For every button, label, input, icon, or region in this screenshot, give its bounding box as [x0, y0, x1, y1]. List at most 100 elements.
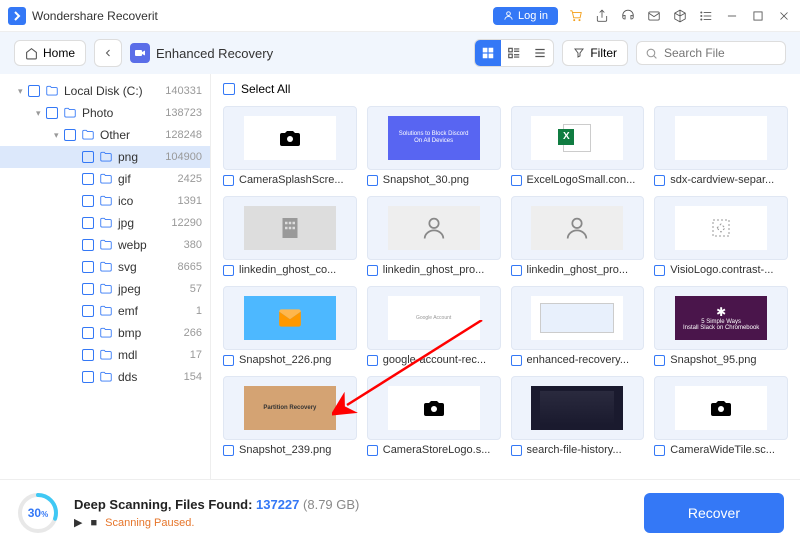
headset-icon[interactable]: [620, 8, 636, 24]
file-checkbox[interactable]: [367, 445, 378, 456]
tree-checkbox[interactable]: [82, 305, 94, 317]
file-thumbnail[interactable]: Solutions to Block DiscordOn All Devices: [367, 106, 501, 170]
file-thumbnail[interactable]: [223, 196, 357, 260]
file-thumbnail[interactable]: Google Account: [367, 286, 501, 350]
file-thumbnail[interactable]: [511, 286, 645, 350]
play-icon[interactable]: ▶: [74, 516, 82, 529]
file-checkbox[interactable]: [654, 355, 665, 366]
file-card[interactable]: CameraStoreLogo.s...: [367, 376, 501, 456]
tree-checkbox[interactable]: [82, 283, 94, 295]
file-card[interactable]: linkedin_ghost_co...: [223, 196, 357, 276]
file-thumbnail[interactable]: Partition Recovery: [223, 376, 357, 440]
file-card[interactable]: Partition RecoverySnapshot_239.png: [223, 376, 357, 456]
tree-checkbox[interactable]: [28, 85, 40, 97]
file-checkbox[interactable]: [223, 265, 234, 276]
file-checkbox[interactable]: [223, 445, 234, 456]
select-all-row[interactable]: Select All: [223, 82, 788, 96]
tree-item-photo[interactable]: ▾Photo138723: [0, 102, 210, 124]
file-checkbox[interactable]: [654, 445, 665, 456]
maximize-icon[interactable]: [750, 8, 766, 24]
file-card[interactable]: Snapshot_226.png: [223, 286, 357, 366]
file-checkbox[interactable]: [654, 265, 665, 276]
list-icon[interactable]: [698, 8, 714, 24]
tree-checkbox[interactable]: [82, 371, 94, 383]
tree-item-bmp[interactable]: bmp266: [0, 322, 210, 344]
file-checkbox[interactable]: [654, 175, 665, 186]
home-button[interactable]: Home: [14, 40, 86, 66]
tree-checkbox[interactable]: [82, 239, 94, 251]
stop-icon[interactable]: ■: [90, 517, 97, 529]
file-thumbnail[interactable]: [654, 106, 788, 170]
tree-checkbox[interactable]: [82, 261, 94, 273]
search-box[interactable]: [636, 41, 786, 65]
tree-item-gif[interactable]: gif2425: [0, 168, 210, 190]
folder-icon: [99, 282, 113, 296]
tree-checkbox[interactable]: [82, 173, 94, 185]
cart-icon[interactable]: [568, 8, 584, 24]
file-card[interactable]: ✱5 Simple WaysInstall Slack on Chromeboo…: [654, 286, 788, 366]
file-thumbnail[interactable]: X: [511, 106, 645, 170]
recover-button[interactable]: Recover: [644, 493, 784, 533]
list-view-button[interactable]: [527, 40, 553, 66]
tree-item-png[interactable]: png104900: [0, 146, 210, 168]
tree-checkbox[interactable]: [82, 195, 94, 207]
file-checkbox[interactable]: [367, 355, 378, 366]
file-card[interactable]: search-file-history...: [511, 376, 645, 456]
file-card[interactable]: XExcelLogoSmall.con...: [511, 106, 645, 186]
minimize-icon[interactable]: [724, 8, 740, 24]
tree-checkbox[interactable]: [82, 349, 94, 361]
cube-icon[interactable]: [672, 8, 688, 24]
tree-item-dds[interactable]: dds154: [0, 366, 210, 388]
login-button[interactable]: Log in: [493, 7, 558, 25]
tree-item-jpeg[interactable]: jpeg57: [0, 278, 210, 300]
file-card[interactable]: enhanced-recovery...: [511, 286, 645, 366]
file-checkbox[interactable]: [367, 175, 378, 186]
file-card[interactable]: sdx-cardview-separ...: [654, 106, 788, 186]
tree-item-mdl[interactable]: mdl17: [0, 344, 210, 366]
file-thumbnail[interactable]: [511, 196, 645, 260]
file-card[interactable]: CameraWideTile.sc...: [654, 376, 788, 456]
file-checkbox[interactable]: [511, 445, 522, 456]
tree-item-local-disk--c--[interactable]: ▾Local Disk (C:)140331: [0, 80, 210, 102]
file-thumbnail[interactable]: [367, 376, 501, 440]
file-thumbnail[interactable]: [223, 286, 357, 350]
file-checkbox[interactable]: [367, 265, 378, 276]
tree-checkbox[interactable]: [46, 107, 58, 119]
file-thumbnail[interactable]: [654, 376, 788, 440]
file-thumbnail[interactable]: [654, 196, 788, 260]
file-card[interactable]: linkedin_ghost_pro...: [511, 196, 645, 276]
file-thumbnail[interactable]: ✱5 Simple WaysInstall Slack on Chromeboo…: [654, 286, 788, 350]
filter-button[interactable]: Filter: [562, 40, 628, 66]
mail-icon[interactable]: [646, 8, 662, 24]
file-thumbnail[interactable]: [367, 196, 501, 260]
tree-checkbox[interactable]: [82, 151, 94, 163]
file-checkbox[interactable]: [511, 175, 522, 186]
file-thumbnail[interactable]: [511, 376, 645, 440]
tree-item-ico[interactable]: ico1391: [0, 190, 210, 212]
back-button[interactable]: [94, 39, 122, 67]
tree-item-emf[interactable]: emf1: [0, 300, 210, 322]
tree-checkbox[interactable]: [82, 327, 94, 339]
tree-item-jpg[interactable]: jpg12290: [0, 212, 210, 234]
file-card[interactable]: linkedin_ghost_pro...: [367, 196, 501, 276]
file-checkbox[interactable]: [511, 355, 522, 366]
select-all-checkbox[interactable]: [223, 83, 235, 95]
tree-checkbox[interactable]: [64, 129, 76, 141]
close-icon[interactable]: [776, 8, 792, 24]
file-card[interactable]: CameraSplashScre...: [223, 106, 357, 186]
tree-item-other[interactable]: ▾Other128248: [0, 124, 210, 146]
file-checkbox[interactable]: [223, 355, 234, 366]
file-card[interactable]: Google Accountgoogle-account-rec...: [367, 286, 501, 366]
tree-item-webp[interactable]: webp380: [0, 234, 210, 256]
tree-item-svg[interactable]: svg8665: [0, 256, 210, 278]
file-thumbnail[interactable]: [223, 106, 357, 170]
file-checkbox[interactable]: [511, 265, 522, 276]
search-input[interactable]: [664, 46, 777, 60]
share-icon[interactable]: [594, 8, 610, 24]
file-card[interactable]: Solutions to Block DiscordOn All Devices…: [367, 106, 501, 186]
detail-view-button[interactable]: [501, 40, 527, 66]
tree-checkbox[interactable]: [82, 217, 94, 229]
grid-view-button[interactable]: [475, 40, 501, 66]
file-checkbox[interactable]: [223, 175, 234, 186]
file-card[interactable]: VisioLogo.contrast-...: [654, 196, 788, 276]
